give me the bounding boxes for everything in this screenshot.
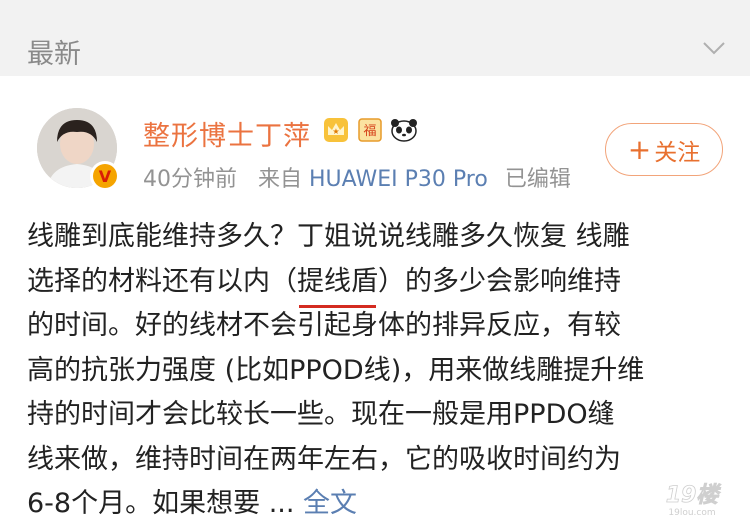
post-text: 线雕到底能维持多久？丁姐说说线雕多久恢复 线雕 选择的材料还有以内（提线盾）的多… (27, 215, 727, 527)
author-name[interactable]: 整形博士丁萍 (143, 114, 311, 153)
post-line: 高的抗张力强度 (比如PPOD线)，用来做线雕提升维 (27, 354, 645, 386)
svg-text:★: ★ (332, 127, 339, 136)
svg-text:19楼: 19楼 (666, 483, 722, 508)
post-time: 40分钟前 (143, 167, 237, 192)
post-line: 持的时间才会比较长一些。现在一般是用PPDO缝 (27, 399, 615, 430)
post-line-segment: 6-8个月。如果想要 (27, 488, 261, 519)
post-line: 线雕到底能维持多久？丁姐说说线雕多久恢复 线雕 (27, 221, 630, 252)
post-line-segment: 选择的材料还有以内 (27, 265, 270, 297)
post-meta: 40分钟前 来自 HUAWEI P30 Pro 已编辑 (143, 161, 571, 193)
follow-button[interactable]: + 关注 (605, 123, 723, 176)
post-line: 线来做，维持时间在两年左右，它的吸收时间约为 (27, 443, 621, 475)
follow-label: 关注 (654, 139, 701, 166)
verified-icon: V (90, 161, 120, 191)
svg-text:19lou.com: 19lou.com (668, 508, 715, 518)
post-line: 选择的材料还有以内（提线盾）的多少会影响维持 (27, 260, 727, 308)
expand-full-text-link[interactable]: 全文 (303, 488, 357, 519)
feed-header: 最新 (0, 0, 750, 76)
post-line: 的时间。好的线材不会引起身体的排异反应，有较 (27, 310, 621, 341)
fu-badge-icon: 福 (358, 118, 382, 142)
source-prefix: 来自 (258, 167, 303, 192)
watermark-logo: 19楼 19lou.com (665, 483, 722, 518)
underlined-phrase: 提线盾 (297, 260, 378, 308)
post-line: 6-8个月。如果想要 ... 全文 (27, 482, 727, 527)
post-line-segment: 的多少会影响维持 (405, 265, 621, 297)
svg-text:福: 福 (363, 124, 376, 139)
crown-badge-icon: ★ (324, 118, 348, 142)
plus-icon: + (627, 132, 652, 166)
section-label: 最新 (27, 39, 81, 70)
edited-label: 已编辑 (504, 167, 571, 192)
device-link[interactable]: HUAWEI P30 Pro (309, 167, 488, 192)
panda-badge-icon (391, 119, 417, 142)
ellipsis: ... (268, 488, 295, 519)
chevron-down-icon[interactable] (702, 40, 726, 56)
